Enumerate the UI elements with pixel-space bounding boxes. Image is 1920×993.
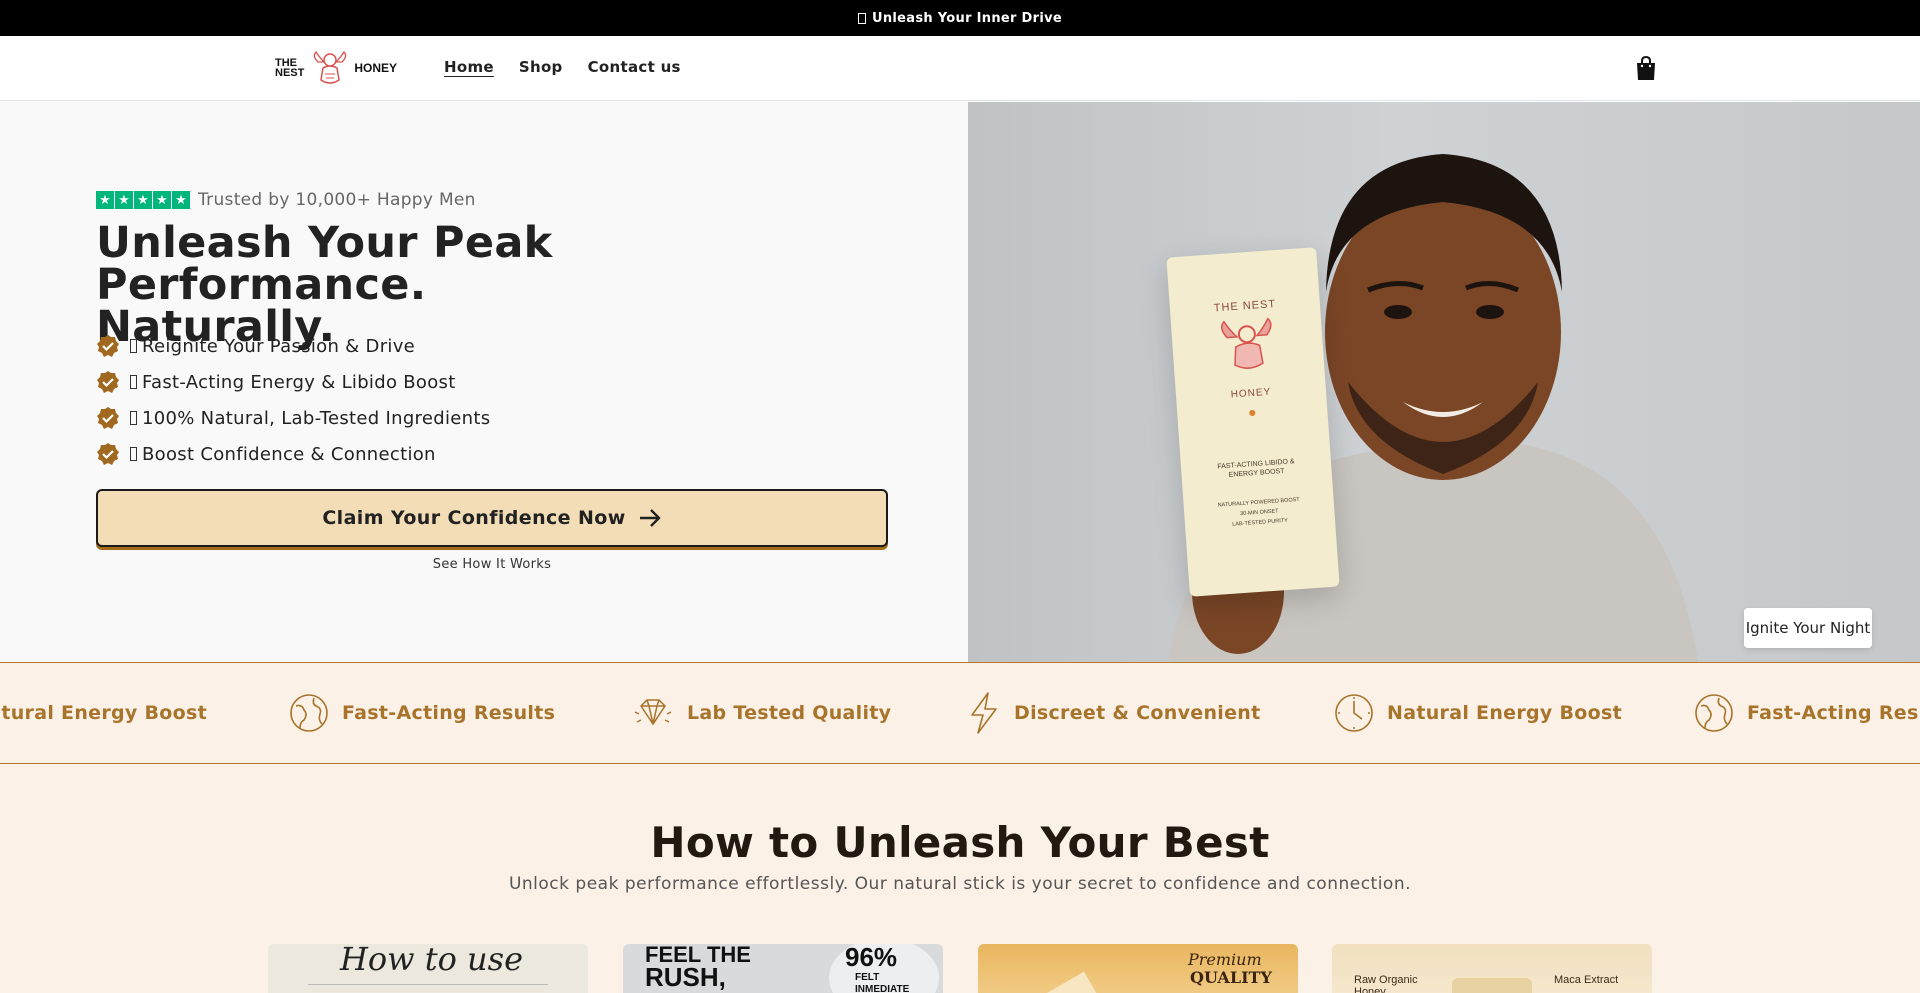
product-tagline: FAST-ACTING LIBIDO & ENERGY BOOST [1217, 458, 1295, 479]
star-icon: ★ [172, 191, 190, 209]
product-drip-icon: ● [1247, 403, 1258, 421]
badge-check-icon [97, 443, 119, 465]
ignite-badge: Ignite Your Night [1744, 608, 1872, 648]
cherub-logo-icon [314, 50, 347, 84]
globe-icon [290, 694, 328, 732]
claim-confidence-button[interactable]: Claim Your Confidence Now [96, 489, 888, 547]
how-card-rush[interactable]: FEEL THE RUSH, 96% FELT INMEDIATE [623, 944, 943, 993]
marquee-item: Natural Energy Boost [0, 702, 207, 724]
marquee-item: Fast-Acting Results [288, 663, 555, 763]
benefit-item: Boost Confidence & Connection [96, 436, 490, 472]
emoji-glyph-icon [130, 375, 137, 389]
section-title: How to Unleash Your Best [650, 818, 1270, 867]
star-icon: ★ [115, 191, 133, 209]
marquee-item: Discreet & Convenient [966, 663, 1261, 763]
nav-contact[interactable]: Contact us [588, 58, 681, 76]
how-card-usage[interactable]: How to use [268, 944, 588, 993]
globe-icon [1695, 694, 1733, 732]
star-rating: ★ ★ ★ ★ ★ [96, 191, 190, 209]
man-portrait-illustration [1168, 154, 1698, 662]
announcement-bar: Unleash Your Inner Drive [0, 0, 1920, 36]
shopping-bag-icon[interactable] [1633, 54, 1659, 82]
lightning-icon [971, 692, 997, 734]
benefit-list: Reignite Your Passion & Drive Fast-Actin… [96, 328, 490, 472]
arrow-right-icon [639, 509, 661, 527]
card-jar-shape [1452, 978, 1532, 993]
badge-check-icon [97, 407, 119, 429]
hero-image: THE NEST HONEY ● FAST-ACTING LIBIDO & EN… [968, 102, 1920, 662]
logo-wordmark-right: HONEY [354, 61, 398, 75]
marquee-item: Fast-Acting Results [1693, 663, 1920, 763]
star-icon: ★ [153, 191, 171, 209]
benefit-item: Fast-Acting Energy & Libido Boost [96, 364, 490, 400]
how-card-quality[interactable]: Premium QUALITY [978, 944, 1298, 993]
nav-shop[interactable]: Shop [519, 58, 563, 76]
benefit-item: Reignite Your Passion & Drive [96, 328, 490, 364]
card-divider [308, 984, 548, 985]
logo-wordmark-left: THE NEST [275, 57, 305, 79]
clock-icon [1335, 694, 1373, 732]
product-stick-image: THE NEST HONEY ● FAST-ACTING LIBIDO & EN… [1166, 247, 1340, 597]
product-brand-top: THE NEST [1213, 298, 1277, 315]
star-icon: ★ [96, 191, 114, 209]
card-shape [1032, 971, 1104, 993]
announcement-glyph-icon [858, 12, 867, 24]
badge-check-icon [97, 335, 119, 357]
emoji-glyph-icon [130, 447, 137, 461]
how-section: How to Unleash Your Best Unlock peak per… [0, 764, 1920, 993]
see-how-it-works-link[interactable]: See How It Works [96, 557, 888, 572]
cherub-product-icon [1221, 317, 1272, 369]
nav-home[interactable]: Home [444, 58, 494, 76]
emoji-glyph-icon [130, 411, 137, 425]
marquee-item: Lab Tested Quality [631, 663, 891, 763]
marquee-item: Natural Energy Boost [1333, 663, 1622, 763]
rating-text: Trusted by 10,000+ Happy Men [198, 190, 476, 210]
feature-marquee: Natural Energy Boost Fast-Acting Results… [0, 662, 1920, 764]
main-nav: Home Shop Contact us [444, 58, 681, 76]
section-subtitle: Unlock peak performance effortlessly. Ou… [508, 874, 1412, 894]
trust-rating: ★ ★ ★ ★ ★ Trusted by 10,000+ Happy Men [96, 190, 476, 210]
badge-check-icon [97, 371, 119, 393]
diamond-icon [634, 699, 672, 726]
hero-content: ★ ★ ★ ★ ★ Trusted by 10,000+ Happy Men U… [0, 102, 968, 662]
star-icon: ★ [134, 191, 152, 209]
benefit-item: 100% Natural, Lab-Tested Ingredients [96, 400, 490, 436]
announcement-text: Unleash Your Inner Drive [872, 10, 1062, 26]
how-card-ingredients[interactable]: Raw Organic Honey Maca Extract [1332, 944, 1652, 993]
logo[interactable]: THE NEST HONEY [275, 48, 397, 88]
site-header: THE NEST HONEY Home Shop Contact us [0, 36, 1920, 101]
emoji-glyph-icon [130, 339, 137, 353]
